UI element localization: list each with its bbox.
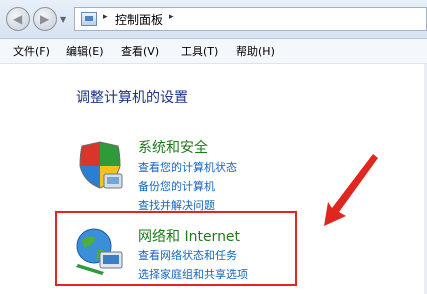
menu-edit[interactable]: 编辑(E) — [66, 43, 104, 59]
annotation-arrow-icon — [324, 154, 378, 226]
annotation-highlight-box — [55, 211, 297, 286]
link-view-computer-status[interactable]: 查看您的计算机状态 — [138, 159, 237, 175]
back-arrow-icon: ◀ — [13, 12, 23, 26]
shield-icon[interactable] — [76, 140, 126, 192]
breadcrumb-separator[interactable]: ▸ — [103, 12, 108, 22]
forward-arrow-icon: ▶ — [40, 12, 50, 26]
breadcrumb-separator[interactable]: ▸ — [169, 12, 174, 22]
link-backup-computer[interactable]: 备份您的计算机 — [138, 178, 215, 194]
address-field[interactable]: ▸ 控制面板 ▸ — [74, 7, 427, 31]
address-bar: ◀ ▶ ▼ ▸ 控制面板 ▸ — [0, 0, 427, 39]
menu-help[interactable]: 帮助(H) — [236, 43, 275, 59]
menu-view[interactable]: 查看(V) — [121, 43, 159, 59]
menu-tools[interactable]: 工具(T) — [181, 43, 218, 59]
breadcrumb-control-panel[interactable]: 控制面板 — [115, 11, 163, 28]
forward-button[interactable]: ▶ — [33, 7, 57, 31]
menu-bar: 文件(F) 编辑(E) 查看(V) 工具(T) 帮助(H) — [0, 39, 427, 64]
category-system-security-title[interactable]: 系统和安全 — [138, 137, 208, 157]
control-panel-icon — [81, 12, 97, 26]
history-dropdown-icon[interactable]: ▼ — [60, 15, 66, 24]
menu-file[interactable]: 文件(F) — [13, 43, 50, 59]
page-title: 调整计算机的设置 — [76, 90, 188, 106]
back-button[interactable]: ◀ — [6, 7, 30, 31]
